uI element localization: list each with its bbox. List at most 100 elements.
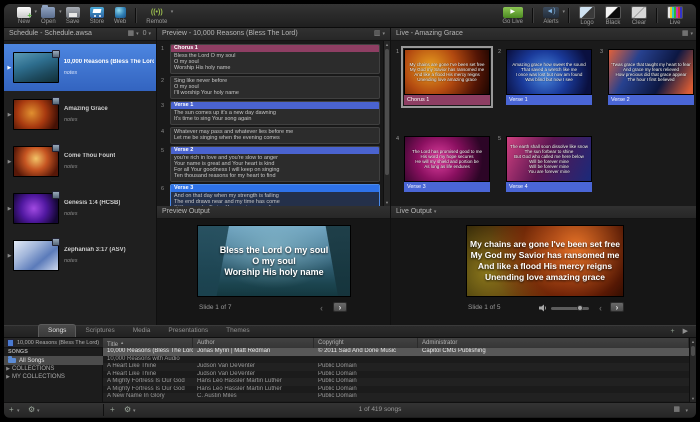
- slide-cell[interactable]: 4 Whatever may pass and whatever lies be…: [170, 127, 380, 144]
- schedule-item[interactable]: ▶ Genesis 1:4 (HCSB)notes: [4, 185, 156, 232]
- output-lyric-line: My God my Savior has ransomed me: [471, 250, 620, 261]
- slide-cell-selected[interactable]: 6 Verse 3 And on that day when my streng…: [170, 184, 380, 206]
- previous-slide-button[interactable]: ‹: [320, 303, 323, 313]
- cell-copyright: [314, 356, 418, 364]
- song-badge-icon: [52, 97, 60, 105]
- schedule-item[interactable]: ▶ Amazing Gracenotes: [4, 91, 156, 138]
- web-button-label: Web: [114, 19, 126, 25]
- tab-presentations[interactable]: Presentations: [159, 325, 217, 337]
- table-row[interactable]: A Mighty Fortress Is Our God Hans Leo Ha…: [103, 378, 689, 386]
- preview-scrollbar[interactable]: ▲ ▼: [383, 41, 390, 206]
- clear-button[interactable]: Clear: [626, 5, 652, 27]
- scrollbar-thumb[interactable]: [691, 346, 695, 356]
- table-row-selected[interactable]: 10,000 Reasons (Bless The Lord) Jonas My…: [103, 348, 689, 356]
- thumb-number: 4: [396, 136, 399, 142]
- schedule-title: Schedule - Schedule.awsa: [9, 28, 92, 40]
- live-thumb[interactable]: 'Twas grace that taught my heart to fear…: [608, 49, 694, 105]
- volume-speaker-icon[interactable]: [539, 304, 547, 312]
- slide-cell[interactable]: 5 Verse 2 you're rich in love and you're…: [170, 146, 380, 182]
- live-thumb[interactable]: Amazing grace how sweet the sound That s…: [506, 49, 592, 105]
- schedule-view-grid-icon[interactable]: ▦: [127, 28, 134, 40]
- save-floppy-icon: [66, 7, 80, 18]
- present-song-icon[interactable]: ▶: [683, 327, 688, 335]
- table-scrollbar[interactable]: ▲ ▼: [689, 338, 696, 402]
- volume-slider[interactable]: [551, 307, 589, 310]
- remote-signal-icon: ((•)): [147, 7, 167, 18]
- cell-administrator: [418, 356, 689, 364]
- tree-item-all-songs[interactable]: All Songs: [4, 356, 103, 365]
- column-header-author[interactable]: Author: [193, 338, 314, 348]
- preview-panel-header: Preview - 10,000 Reasons (Bless The Lord…: [156, 28, 390, 41]
- schedule-loop-count[interactable]: 0: [143, 28, 147, 40]
- tab-themes[interactable]: Themes: [217, 325, 258, 337]
- live-button[interactable]: Live: [662, 5, 688, 27]
- live-view-grid-icon[interactable]: ▦: [682, 28, 689, 40]
- open-button[interactable]: Open ▾: [36, 5, 61, 27]
- schedule-item[interactable]: ▶ Zephaniah 3:17 (ASV)notes: [4, 232, 156, 279]
- slide-section-label: Verse 2: [171, 147, 379, 154]
- logo-button[interactable]: Logo: [574, 5, 600, 27]
- tab-scriptures[interactable]: Scriptures: [76, 325, 123, 337]
- thumb-lyric-line: Unending love amazing grace: [417, 77, 477, 82]
- black-button[interactable]: Black: [600, 5, 626, 27]
- live-title: Live - Amazing Grace: [396, 28, 463, 40]
- go-live-button-label: Go Live: [502, 19, 523, 25]
- expand-arrow-icon[interactable]: ▶: [4, 366, 12, 372]
- scroll-up-icon[interactable]: ▲: [690, 339, 696, 344]
- save-button[interactable]: Save: [61, 5, 85, 27]
- remote-button-label: Remote: [146, 19, 167, 25]
- table-row[interactable]: A New Name In Glory C. Austin Miles Publ…: [103, 393, 689, 401]
- remote-button[interactable]: ((•)) Remote ▾: [141, 5, 172, 27]
- panel-splitter[interactable]: [156, 28, 157, 325]
- table-row[interactable]: A Heart Like Thine Judson Van DeVenter P…: [103, 371, 689, 379]
- web-button[interactable]: Web: [109, 5, 131, 27]
- tree-item-label: MY COLLECTIONS: [12, 374, 65, 380]
- preview-output-screen[interactable]: Bless the Lord O my soul O my soul Worsh…: [197, 225, 351, 297]
- table-row[interactable]: A Mighty Fortress Is Our God Hans Leo Ha…: [103, 386, 689, 394]
- schedule-item[interactable]: ▶ 10,000 Reasons (Bless The Lord)notes: [4, 44, 156, 91]
- slide-cell[interactable]: 3 Verse 1 The sun comes up it's a new da…: [170, 101, 380, 125]
- next-slide-button[interactable]: ›: [610, 302, 624, 312]
- volume-slider-knob[interactable]: [577, 305, 583, 311]
- tab-songs[interactable]: Songs: [38, 324, 76, 337]
- previous-slide-button[interactable]: ‹: [599, 303, 602, 313]
- live-thumb[interactable]: The earth shall soon dissolve like snow …: [506, 136, 592, 192]
- preview-slide-counter: Slide 1 of 7: [199, 304, 232, 311]
- slide-number: 3: [161, 103, 164, 109]
- store-button[interactable]: Store: [85, 5, 109, 27]
- thumb-lyric-line: As long as life endures: [424, 164, 470, 169]
- new-button[interactable]: New ▾: [12, 5, 36, 27]
- column-header-title[interactable]: Title▲: [103, 338, 193, 348]
- schedule-item-title: Genesis 1:4 (HCSB): [64, 200, 120, 206]
- table-row[interactable]: A Heart Like Thine Judson Van DeVenter P…: [103, 363, 689, 371]
- preview-view-toggle-icon[interactable]: ▥: [374, 28, 381, 40]
- toolbar-separator: [656, 8, 658, 23]
- song-badge-icon: [52, 191, 60, 199]
- live-output-screen[interactable]: My chains are gone I've been set free My…: [466, 225, 624, 297]
- live-thumb[interactable]: The Lord has promised good to me His wor…: [404, 136, 490, 192]
- panel-splitter[interactable]: [390, 28, 391, 325]
- next-slide-button[interactable]: ›: [333, 302, 347, 312]
- expand-arrow-icon[interactable]: ▶: [4, 374, 12, 380]
- table-row[interactable]: 10,000 Reasons with Audio: [103, 356, 689, 364]
- column-header-copyright[interactable]: Copyright: [314, 338, 418, 348]
- collection-settings-gear-icon[interactable]: ⚙: [28, 403, 35, 417]
- view-mode-grid-icon[interactable]: ▦: [673, 403, 680, 417]
- alerts-button[interactable]: ◄) Alerts ▾: [538, 5, 564, 27]
- column-header-administrator[interactable]: Administrator: [418, 338, 689, 348]
- cell-copyright: Public Domain: [314, 371, 418, 379]
- scrollbar-thumb[interactable]: [385, 49, 389, 175]
- go-live-button[interactable]: ▶ Go Live: [497, 5, 528, 27]
- slide-cell[interactable]: 2 Sing like never before O my soul I'll …: [170, 76, 380, 99]
- slide-cell[interactable]: 1 Chorus 1 Bless the Lord O my soul O my…: [170, 44, 380, 74]
- schedule-item[interactable]: ▶ Come Thou Fountnotes: [4, 138, 156, 185]
- live-thumb-selected[interactable]: My chains are gone I've been set free My…: [404, 49, 490, 105]
- tree-item-my-collections[interactable]: ▶ MY COLLECTIONS: [4, 373, 103, 381]
- slide-line: Ten thousand reasons for my heart to fin…: [174, 173, 376, 179]
- tab-media[interactable]: Media: [124, 325, 160, 337]
- add-to-schedule-icon[interactable]: +: [671, 328, 675, 335]
- tree-item-collections[interactable]: ▶ COLLECTIONS: [4, 365, 103, 373]
- schedule-item-title: Amazing Grace: [64, 106, 108, 112]
- scroll-down-icon[interactable]: ▼: [690, 396, 696, 401]
- add-collection-icon[interactable]: +: [9, 403, 14, 417]
